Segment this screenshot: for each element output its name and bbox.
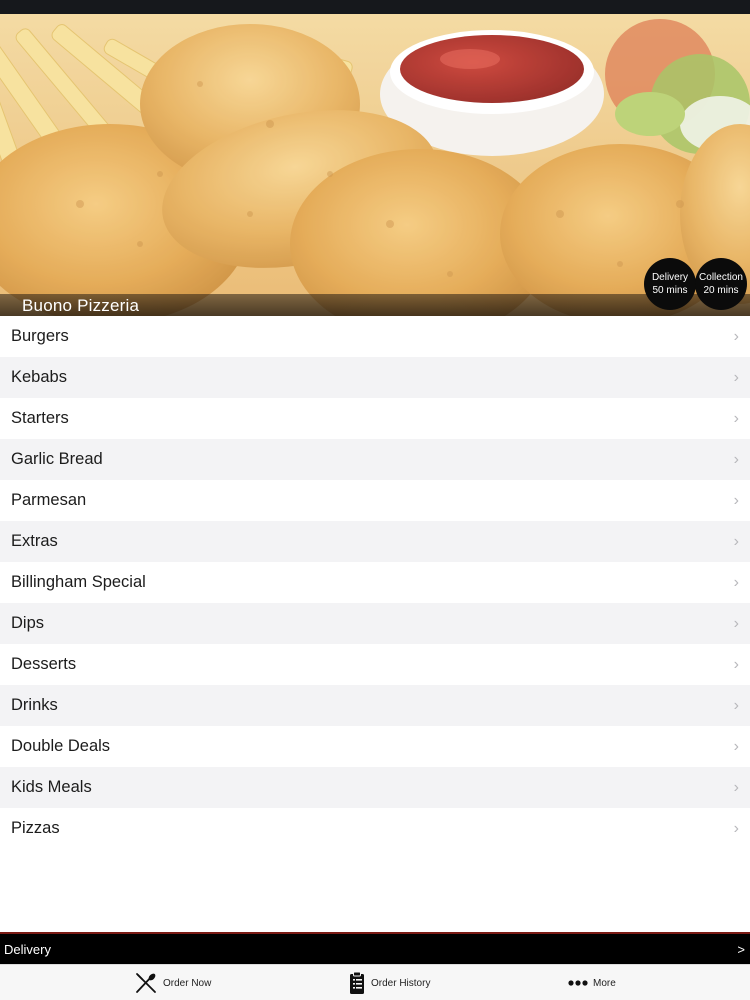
menu-item-label: Kids Meals [11,778,92,796]
restaurant-title-bar: Buono Pizzeria [0,294,750,316]
delivery-badge-time: 50 mins [652,285,688,296]
delivery-badge-label: Delivery [651,272,689,283]
menu-item-label: Extras [11,532,58,550]
delivery-arrow-icon: > [737,941,745,957]
menu-item-garlic-bread[interactable]: Garlic Bread › [0,439,750,480]
ellipsis-icon [568,979,588,987]
menu-item-desserts[interactable]: Desserts › [0,644,750,685]
menu-item-label: Parmesan [11,491,87,509]
menu-item-label: Billingham Special [11,573,146,591]
menu-item-burgers[interactable]: Burgers › [0,316,750,357]
menu-item-label: Pizzas [11,819,60,837]
delivery-time-badge: Delivery 50 mins [644,258,696,310]
tab-order-history-label: Order History [371,977,431,989]
chevron-right-icon: › [733,614,739,632]
clipboard-icon [348,971,366,995]
chevron-right-icon: › [733,368,739,386]
chevron-right-icon: › [733,327,739,345]
chevron-right-icon: › [733,655,739,673]
chevron-right-icon: › [733,532,739,550]
chevron-right-icon: › [733,778,739,796]
status-bar [0,0,750,14]
delivery-mode-label: Delivery [4,941,51,957]
menu-category-list: Burgers › Kebabs › Starters › Garlic Bre… [0,316,750,849]
menu-item-kids-meals[interactable]: Kids Meals › [0,767,750,808]
hero-overlay [0,14,750,316]
delivery-mode-bar[interactable]: Delivery > [0,932,750,964]
menu-item-label: Garlic Bread [11,450,103,468]
collection-time-badge: Collection 20 mins [695,258,747,310]
chevron-right-icon: › [733,573,739,591]
collection-badge-time: 20 mins [703,285,739,296]
menu-item-label: Starters [11,409,69,427]
menu-item-label: Burgers [11,327,69,345]
tab-bar: Order Now Order History More [0,964,750,1000]
tab-order-now[interactable]: Order Now [134,965,211,1000]
hero-banner: Buono Pizzeria Delivery 50 mins Collecti… [0,14,750,316]
tab-more[interactable]: More [568,965,616,1000]
menu-item-double-deals[interactable]: Double Deals › [0,726,750,767]
menu-item-label: Dips [11,614,45,632]
tab-more-label: More [593,977,616,989]
chevron-right-icon: › [733,450,739,468]
chevron-right-icon: › [733,409,739,427]
menu-item-kebabs[interactable]: Kebabs › [0,357,750,398]
collection-badge-label: Collection [699,272,743,283]
menu-item-extras[interactable]: Extras › [0,521,750,562]
menu-item-starters[interactable]: Starters › [0,398,750,439]
menu-item-label: Desserts [11,655,77,673]
chevron-right-icon: › [733,491,739,509]
tab-order-now-label: Order Now [163,977,212,989]
restaurant-name: Buono Pizzeria [22,296,140,315]
tab-order-history[interactable]: Order History [348,965,430,1000]
menu-item-label: Kebabs [11,368,67,386]
chevron-right-icon: › [733,819,739,837]
menu-item-dips[interactable]: Dips › [0,603,750,644]
chevron-right-icon: › [733,737,739,755]
menu-item-parmesan[interactable]: Parmesan › [0,480,750,521]
menu-item-drinks[interactable]: Drinks › [0,685,750,726]
chevron-right-icon: › [733,696,739,714]
menu-item-label: Double Deals [11,737,111,755]
fork-knife-icon [134,971,158,995]
menu-item-billingham-special[interactable]: Billingham Special › [0,562,750,603]
menu-item-pizzas[interactable]: Pizzas › [0,808,750,849]
menu-item-label: Drinks [11,696,58,714]
